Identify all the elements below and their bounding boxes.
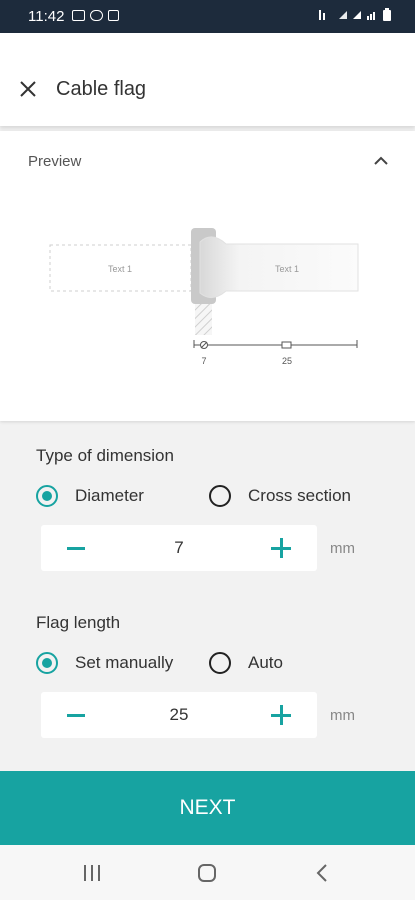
preview-diameter-value: 7 <box>201 356 206 366</box>
status-bar: 11:42 <box>0 0 415 33</box>
radio-diameter[interactable]: Diameter <box>36 485 144 507</box>
preview-panel: Preview Text 1 Text 1 7 25 <box>0 131 415 421</box>
image-notification-icon <box>72 10 85 21</box>
page-title: Cable flag <box>56 78 147 100</box>
cloud-notification-icon <box>90 10 103 21</box>
preview-length-value: 25 <box>282 356 292 366</box>
flag-length-section-title: Flag length <box>36 613 121 632</box>
back-icon[interactable] <box>315 864 329 882</box>
radio-diameter-label: Diameter <box>75 486 144 505</box>
radio-set-manually[interactable]: Set manually <box>36 652 173 674</box>
radio-cross-section[interactable]: Cross section <box>209 485 351 507</box>
flag-left-text: Text 1 <box>108 264 132 274</box>
home-icon[interactable] <box>197 863 217 883</box>
dimension-stepper: 7 <box>41 525 317 571</box>
system-nav-bar <box>0 845 415 900</box>
plus-icon[interactable] <box>271 705 291 725</box>
radio-auto-label: Auto <box>248 653 283 672</box>
radio-selected-icon <box>36 485 58 507</box>
radio-selected-icon <box>36 652 58 674</box>
cable-flag-preview-image: Text 1 Text 1 7 25 <box>49 228 359 366</box>
next-button[interactable]: NEXT <box>0 771 415 845</box>
dimension-unit: mm <box>330 540 355 557</box>
status-time: 11:42 <box>28 8 65 25</box>
radio-set-manually-label: Set manually <box>75 653 174 672</box>
radio-unselected-icon <box>209 652 231 674</box>
app-bar: Cable flag <box>0 33 415 126</box>
radio-cross-section-label: Cross section <box>248 486 351 505</box>
dimension-section-title: Type of dimension <box>36 446 174 465</box>
radio-unselected-icon <box>209 485 231 507</box>
flag-length-stepper: 25 <box>41 692 317 738</box>
recent-apps-icon[interactable] <box>82 864 102 882</box>
flag-length-unit: mm <box>330 707 355 724</box>
close-icon[interactable] <box>16 77 40 101</box>
system-status-icons <box>317 7 401 26</box>
app-notification-icon <box>108 10 119 21</box>
flag-right-text: Text 1 <box>275 264 299 274</box>
plus-icon[interactable] <box>271 538 291 558</box>
radio-auto[interactable]: Auto <box>209 652 283 674</box>
